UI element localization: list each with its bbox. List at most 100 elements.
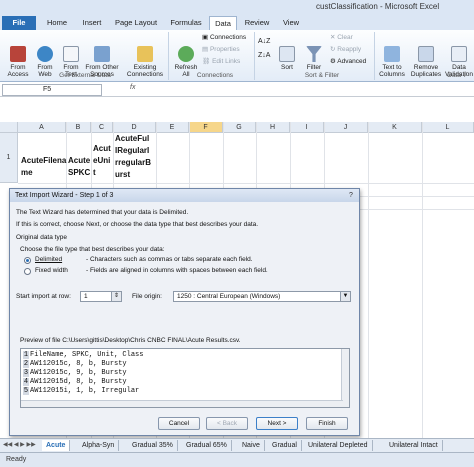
tab-review[interactable]: Review: [240, 16, 274, 30]
from-access-button[interactable]: From Access: [4, 32, 32, 85]
remove-duplicates-button[interactable]: Remove Duplicates: [409, 32, 443, 85]
sheet-tab-alpha-syn[interactable]: Alpha-Syn: [78, 440, 120, 451]
fx-icon[interactable]: fx: [130, 84, 135, 91]
preview-line: 5 AW112015i, 1, b, Irregular: [23, 387, 140, 395]
name-box[interactable]: F5: [2, 84, 102, 96]
file-preview[interactable]: 1 FileName, SPKC, Unit, Class 2 AW112015c,…: [20, 348, 350, 408]
start-row-label: Start import at row:: [16, 293, 71, 300]
column-header[interactable]: J: [324, 122, 368, 133]
group-data-tools: Data T: [447, 72, 467, 79]
delimited-label[interactable]: Delimited: [35, 256, 62, 263]
cancel-button[interactable]: Cancel: [158, 417, 200, 430]
sheet-tabs-bar: ◀◀ ◀ ▶ ▶▶ Acute Alpha-Syn Gradual 35% Gr…: [0, 438, 474, 452]
wizard-hint-text: If this is correct, choose Next, or choo…: [16, 221, 259, 228]
column-header[interactable]: K: [368, 122, 422, 133]
sheet-tab-gradual-35[interactable]: Gradual 35%: [128, 440, 178, 451]
sheet-tab-unilateral-depleted[interactable]: Unilateral Depleted: [304, 440, 373, 451]
window-title: custClassification - Microsoft Excel: [316, 2, 440, 11]
original-data-type-label: Original data type: [16, 234, 67, 241]
text-import-wizard-dialog: Text Import Wizard - Step 1 of 3 ? The T…: [9, 188, 360, 436]
row-header[interactable]: 1: [0, 133, 18, 183]
cell-c1[interactable]: Acut eUni t: [93, 143, 111, 179]
database-icon: [94, 46, 110, 62]
column-header-selected[interactable]: F: [189, 122, 223, 133]
chevron-down-icon[interactable]: ▼: [340, 292, 350, 301]
delimited-description: - Characters such as commas or tabs sepa…: [86, 256, 253, 263]
group-connections: Connections: [196, 72, 234, 79]
sort-az-icon[interactable]: A↓Z: [258, 38, 270, 45]
column-header[interactable]: A: [18, 122, 66, 133]
column-header[interactable]: H: [256, 122, 290, 133]
access-icon: [10, 46, 26, 62]
help-button[interactable]: ?: [346, 191, 356, 200]
sort-icon: [279, 46, 295, 62]
funnel-icon: [306, 46, 322, 62]
spinner-arrows-icon[interactable]: ⇕: [111, 292, 121, 301]
preview-line: 3 AW112015c, 9, b, Bursty: [23, 369, 127, 377]
gridline: [368, 122, 369, 438]
text-to-columns-icon: [384, 46, 400, 62]
edit-links-button[interactable]: ⛓ Edit Links: [202, 57, 240, 65]
column-header[interactable]: I: [290, 122, 324, 133]
formula-bar: F5 fx: [0, 83, 474, 97]
column-header[interactable]: G: [223, 122, 256, 133]
column-header[interactable]: L: [422, 122, 474, 133]
connections-button[interactable]: ▣ Connections: [202, 33, 246, 41]
tab-file[interactable]: File: [2, 16, 36, 30]
tab-formulas[interactable]: Formulas: [164, 16, 208, 30]
fixed-width-label[interactable]: Fixed width: [35, 267, 68, 274]
sheet-nav-arrows-icon[interactable]: ◀◀ ◀ ▶ ▶▶: [3, 441, 36, 448]
finish-button[interactable]: Finish: [306, 417, 348, 430]
select-all-corner[interactable]: [0, 122, 18, 133]
existing-connections-button[interactable]: Existing Connections: [124, 32, 166, 85]
group-sort-filter: Sort & Filter: [304, 72, 340, 79]
cell-d1[interactable]: AcuteFul lRegularI rregularB urst: [115, 133, 151, 181]
tab-data[interactable]: Data: [209, 16, 237, 30]
text-file-icon: [63, 46, 79, 62]
choose-file-type-label: Choose the file type that best describes…: [20, 246, 165, 253]
status-bar: Ready: [0, 452, 474, 467]
next-button[interactable]: Next >: [256, 417, 298, 430]
start-row-spinner[interactable]: 1 ⇕: [80, 291, 122, 302]
reapply-button[interactable]: ↻ Reapply: [330, 45, 361, 53]
delimited-radio[interactable]: [24, 257, 31, 264]
wizard-intro-text: The Text Wizard has determined that your…: [16, 209, 189, 216]
column-header[interactable]: D: [113, 122, 156, 133]
sheet-tab-gradual-65[interactable]: Gradual 65%: [182, 440, 232, 451]
advanced-button[interactable]: ⚙ Advanced: [330, 57, 366, 65]
tab-view[interactable]: View: [276, 16, 306, 30]
sheet-tab-acute[interactable]: Acute: [42, 440, 71, 451]
cell-b1[interactable]: Acute SPKC: [68, 155, 90, 179]
title-bar: custClassification - Microsoft Excel: [0, 0, 474, 16]
tab-page-layout[interactable]: Page Layout: [110, 16, 162, 30]
preview-vertical-scrollbar[interactable]: [341, 349, 349, 407]
column-header[interactable]: E: [156, 122, 189, 133]
column-header[interactable]: C: [91, 122, 113, 133]
preview-horizontal-scrollbar[interactable]: [21, 400, 343, 407]
fixed-width-description: - Fields are aligned in columns with spa…: [86, 267, 268, 274]
sheet-tab-naive[interactable]: Naive: [238, 440, 265, 451]
column-header[interactable]: B: [66, 122, 91, 133]
file-origin-select[interactable]: 1250 : Central European (Windows) ▼: [173, 291, 351, 302]
preview-line: 4 AW112015d, 8, b, Bursty: [23, 378, 127, 386]
preview-line: 2 AW112015c, 8, b, Bursty: [23, 360, 127, 368]
remove-duplicates-icon: [418, 46, 434, 62]
fixed-width-radio[interactable]: [24, 268, 31, 275]
properties-button[interactable]: ▤ Properties: [202, 45, 240, 53]
cell-a1[interactable]: AcuteFilena me: [21, 155, 66, 179]
status-text: Ready: [6, 456, 27, 463]
file-origin-label: File origin:: [132, 293, 162, 300]
clear-button[interactable]: ✕ Clear: [330, 33, 353, 41]
sheet-tab-unilateral-intact[interactable]: Unilateral Intact: [385, 440, 443, 451]
tab-home[interactable]: Home: [40, 16, 74, 30]
ribbon-separator: [168, 32, 169, 80]
gridline: [422, 122, 423, 438]
group-get-external-data: Get External Data: [59, 72, 111, 79]
text-to-columns-button[interactable]: Text to Columns: [377, 32, 407, 85]
validation-icon: [451, 46, 467, 62]
sort-za-icon[interactable]: Z↓A: [258, 52, 270, 59]
tab-insert[interactable]: Insert: [76, 16, 108, 30]
back-button[interactable]: < Back: [206, 417, 248, 430]
globe-icon: [37, 46, 53, 62]
sheet-tab-gradual[interactable]: Gradual: [268, 440, 302, 451]
